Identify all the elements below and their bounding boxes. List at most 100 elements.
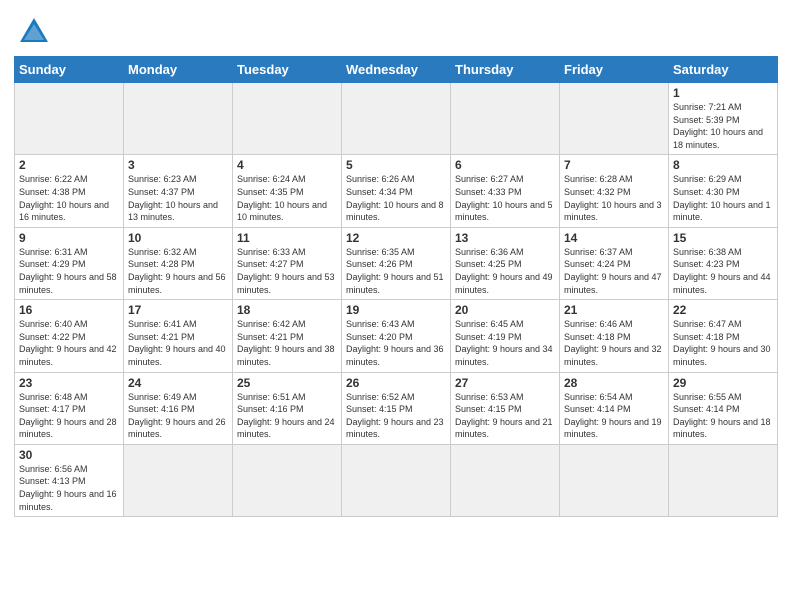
day-number: 7: [564, 158, 664, 172]
logo-icon: [16, 14, 52, 50]
weekday-header: Thursday: [451, 57, 560, 83]
day-number: 16: [19, 303, 119, 317]
calendar-cell: 15Sunrise: 6:38 AM Sunset: 4:23 PM Dayli…: [669, 227, 778, 299]
calendar-cell: 9Sunrise: 6:31 AM Sunset: 4:29 PM Daylig…: [15, 227, 124, 299]
calendar-cell: [669, 444, 778, 516]
calendar-cell: 11Sunrise: 6:33 AM Sunset: 4:27 PM Dayli…: [233, 227, 342, 299]
day-info: Sunrise: 6:54 AM Sunset: 4:14 PM Dayligh…: [564, 391, 664, 441]
day-number: 25: [237, 376, 337, 390]
day-number: 18: [237, 303, 337, 317]
day-info: Sunrise: 7:21 AM Sunset: 5:39 PM Dayligh…: [673, 101, 773, 151]
calendar-cell: [451, 444, 560, 516]
calendar-cell: 1Sunrise: 7:21 AM Sunset: 5:39 PM Daylig…: [669, 83, 778, 155]
calendar-cell: [342, 444, 451, 516]
calendar-week-row: 1Sunrise: 7:21 AM Sunset: 5:39 PM Daylig…: [15, 83, 778, 155]
day-number: 30: [19, 448, 119, 462]
calendar-cell: 4Sunrise: 6:24 AM Sunset: 4:35 PM Daylig…: [233, 155, 342, 227]
day-number: 27: [455, 376, 555, 390]
weekday-header: Saturday: [669, 57, 778, 83]
day-info: Sunrise: 6:38 AM Sunset: 4:23 PM Dayligh…: [673, 246, 773, 296]
day-number: 22: [673, 303, 773, 317]
calendar-cell: 8Sunrise: 6:29 AM Sunset: 4:30 PM Daylig…: [669, 155, 778, 227]
day-info: Sunrise: 6:24 AM Sunset: 4:35 PM Dayligh…: [237, 173, 337, 223]
calendar-header-row: SundayMondayTuesdayWednesdayThursdayFrid…: [15, 57, 778, 83]
day-info: Sunrise: 6:26 AM Sunset: 4:34 PM Dayligh…: [346, 173, 446, 223]
calendar-cell: 25Sunrise: 6:51 AM Sunset: 4:16 PM Dayli…: [233, 372, 342, 444]
calendar-cell: [15, 83, 124, 155]
day-number: 24: [128, 376, 228, 390]
calendar-cell: 23Sunrise: 6:48 AM Sunset: 4:17 PM Dayli…: [15, 372, 124, 444]
calendar-week-row: 2Sunrise: 6:22 AM Sunset: 4:38 PM Daylig…: [15, 155, 778, 227]
day-info: Sunrise: 6:27 AM Sunset: 4:33 PM Dayligh…: [455, 173, 555, 223]
day-info: Sunrise: 6:46 AM Sunset: 4:18 PM Dayligh…: [564, 318, 664, 368]
day-number: 10: [128, 231, 228, 245]
day-info: Sunrise: 6:45 AM Sunset: 4:19 PM Dayligh…: [455, 318, 555, 368]
calendar-cell: 26Sunrise: 6:52 AM Sunset: 4:15 PM Dayli…: [342, 372, 451, 444]
day-number: 14: [564, 231, 664, 245]
day-number: 20: [455, 303, 555, 317]
day-info: Sunrise: 6:40 AM Sunset: 4:22 PM Dayligh…: [19, 318, 119, 368]
day-info: Sunrise: 6:53 AM Sunset: 4:15 PM Dayligh…: [455, 391, 555, 441]
calendar-cell: 21Sunrise: 6:46 AM Sunset: 4:18 PM Dayli…: [560, 300, 669, 372]
calendar-cell: [342, 83, 451, 155]
weekday-header: Sunday: [15, 57, 124, 83]
page: SundayMondayTuesdayWednesdayThursdayFrid…: [0, 0, 792, 612]
day-number: 17: [128, 303, 228, 317]
calendar-cell: 19Sunrise: 6:43 AM Sunset: 4:20 PM Dayli…: [342, 300, 451, 372]
day-info: Sunrise: 6:22 AM Sunset: 4:38 PM Dayligh…: [19, 173, 119, 223]
day-info: Sunrise: 6:52 AM Sunset: 4:15 PM Dayligh…: [346, 391, 446, 441]
day-info: Sunrise: 6:23 AM Sunset: 4:37 PM Dayligh…: [128, 173, 228, 223]
calendar-week-row: 16Sunrise: 6:40 AM Sunset: 4:22 PM Dayli…: [15, 300, 778, 372]
calendar-cell: 10Sunrise: 6:32 AM Sunset: 4:28 PM Dayli…: [124, 227, 233, 299]
calendar-cell: 7Sunrise: 6:28 AM Sunset: 4:32 PM Daylig…: [560, 155, 669, 227]
day-number: 5: [346, 158, 446, 172]
calendar-cell: 16Sunrise: 6:40 AM Sunset: 4:22 PM Dayli…: [15, 300, 124, 372]
day-info: Sunrise: 6:35 AM Sunset: 4:26 PM Dayligh…: [346, 246, 446, 296]
header: [14, 10, 778, 50]
day-info: Sunrise: 6:28 AM Sunset: 4:32 PM Dayligh…: [564, 173, 664, 223]
day-number: 19: [346, 303, 446, 317]
calendar-cell: 22Sunrise: 6:47 AM Sunset: 4:18 PM Dayli…: [669, 300, 778, 372]
calendar-cell: [124, 444, 233, 516]
calendar-cell: 12Sunrise: 6:35 AM Sunset: 4:26 PM Dayli…: [342, 227, 451, 299]
weekday-header: Wednesday: [342, 57, 451, 83]
calendar-cell: [560, 444, 669, 516]
calendar-cell: 30Sunrise: 6:56 AM Sunset: 4:13 PM Dayli…: [15, 444, 124, 516]
day-info: Sunrise: 6:47 AM Sunset: 4:18 PM Dayligh…: [673, 318, 773, 368]
calendar-cell: [451, 83, 560, 155]
calendar-cell: 13Sunrise: 6:36 AM Sunset: 4:25 PM Dayli…: [451, 227, 560, 299]
calendar-table: SundayMondayTuesdayWednesdayThursdayFrid…: [14, 56, 778, 517]
day-number: 4: [237, 158, 337, 172]
calendar-cell: 28Sunrise: 6:54 AM Sunset: 4:14 PM Dayli…: [560, 372, 669, 444]
calendar-week-row: 30Sunrise: 6:56 AM Sunset: 4:13 PM Dayli…: [15, 444, 778, 516]
calendar-cell: 18Sunrise: 6:42 AM Sunset: 4:21 PM Dayli…: [233, 300, 342, 372]
weekday-header: Monday: [124, 57, 233, 83]
day-info: Sunrise: 6:55 AM Sunset: 4:14 PM Dayligh…: [673, 391, 773, 441]
day-info: Sunrise: 6:48 AM Sunset: 4:17 PM Dayligh…: [19, 391, 119, 441]
day-number: 3: [128, 158, 228, 172]
day-info: Sunrise: 6:33 AM Sunset: 4:27 PM Dayligh…: [237, 246, 337, 296]
calendar-cell: 17Sunrise: 6:41 AM Sunset: 4:21 PM Dayli…: [124, 300, 233, 372]
day-number: 13: [455, 231, 555, 245]
day-number: 15: [673, 231, 773, 245]
calendar-cell: 5Sunrise: 6:26 AM Sunset: 4:34 PM Daylig…: [342, 155, 451, 227]
day-number: 8: [673, 158, 773, 172]
calendar-cell: 3Sunrise: 6:23 AM Sunset: 4:37 PM Daylig…: [124, 155, 233, 227]
calendar-cell: 6Sunrise: 6:27 AM Sunset: 4:33 PM Daylig…: [451, 155, 560, 227]
day-number: 6: [455, 158, 555, 172]
weekday-header: Tuesday: [233, 57, 342, 83]
day-number: 28: [564, 376, 664, 390]
day-info: Sunrise: 6:41 AM Sunset: 4:21 PM Dayligh…: [128, 318, 228, 368]
day-number: 2: [19, 158, 119, 172]
calendar-week-row: 23Sunrise: 6:48 AM Sunset: 4:17 PM Dayli…: [15, 372, 778, 444]
day-info: Sunrise: 6:29 AM Sunset: 4:30 PM Dayligh…: [673, 173, 773, 223]
day-number: 21: [564, 303, 664, 317]
calendar-cell: [233, 83, 342, 155]
day-number: 23: [19, 376, 119, 390]
day-number: 1: [673, 86, 773, 100]
day-info: Sunrise: 6:43 AM Sunset: 4:20 PM Dayligh…: [346, 318, 446, 368]
day-number: 9: [19, 231, 119, 245]
weekday-header: Friday: [560, 57, 669, 83]
day-info: Sunrise: 6:42 AM Sunset: 4:21 PM Dayligh…: [237, 318, 337, 368]
calendar-cell: 24Sunrise: 6:49 AM Sunset: 4:16 PM Dayli…: [124, 372, 233, 444]
